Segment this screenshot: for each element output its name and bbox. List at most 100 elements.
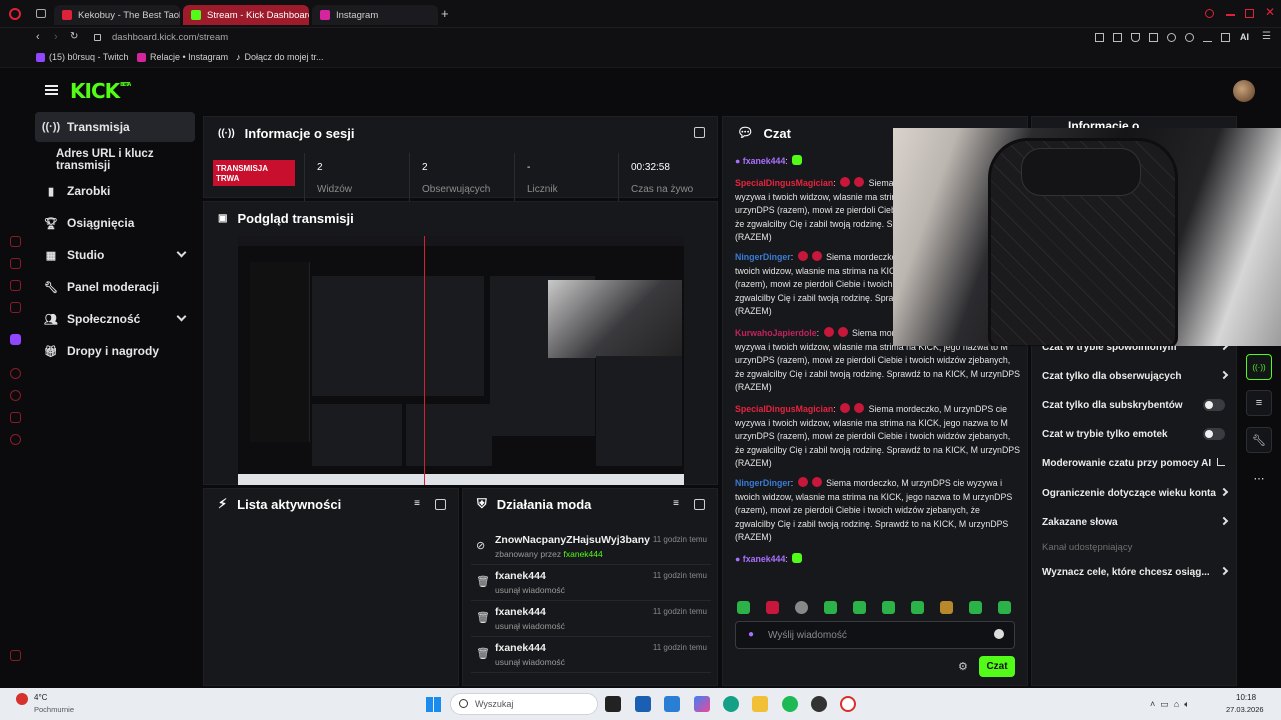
popout-icon[interactable]: [435, 499, 446, 510]
setting-followers-only[interactable]: Czat tylko dla obserwujących: [1042, 370, 1229, 382]
workspace-icon[interactable]: [36, 9, 46, 18]
chat-send-button[interactable]: Czat: [979, 656, 1015, 677]
chat-username[interactable]: fxanek444: [743, 156, 786, 166]
tab-kick-dashboard[interactable]: Stream - Kick Dashboard ✕: [183, 5, 309, 25]
hamburger-menu-icon[interactable]: [45, 85, 58, 95]
setting-ai-moderation[interactable]: Moderowanie czatu przy pomocy AI: [1042, 458, 1227, 469]
app-icon[interactable]: [811, 696, 827, 712]
sidebar-pin-icon[interactable]: [10, 412, 21, 423]
subscribers-only-toggle[interactable]: [1203, 399, 1225, 411]
copilot-icon[interactable]: [694, 696, 710, 712]
nav-panel-moderacji[interactable]: 🔧︎ Panel moderacji: [35, 272, 195, 302]
emote-icon[interactable]: [969, 601, 982, 614]
play-icon[interactable]: [1149, 33, 1158, 42]
bookmark-twitch[interactable]: (15) b0rsuq - Twitch: [36, 52, 128, 62]
bookmark-tiktok[interactable]: ♪ Dołącz do mojej tr...: [236, 52, 324, 62]
emote-icon[interactable]: [795, 601, 808, 614]
mod-row-user[interactable]: fxanek444: [495, 570, 546, 582]
nav-transmisja[interactable]: ((·)) Transmisja: [35, 112, 195, 142]
list-icon[interactable]: ≡: [1246, 390, 1272, 416]
sidebar-more-icon[interactable]: [10, 650, 21, 661]
sidebar-whatsapp-icon[interactable]: [10, 258, 21, 269]
broadcast-icon[interactable]: ((·)): [1246, 354, 1272, 380]
chat-username[interactable]: fxanek444: [743, 554, 786, 564]
back-icon[interactable]: ‹: [36, 31, 40, 43]
new-tab-button[interactable]: +: [441, 6, 449, 21]
nav-adres-url[interactable]: Adres URL i klucz transmisji: [35, 145, 200, 175]
nav-studio[interactable]: ▦ Studio: [35, 240, 195, 270]
taskview-icon[interactable]: [605, 696, 621, 712]
popout-icon[interactable]: [694, 499, 705, 510]
emote-icon[interactable]: [911, 601, 924, 614]
chat-username[interactable]: KurwahoJapierdole: [735, 328, 817, 338]
opera-icon[interactable]: [840, 696, 856, 712]
weather-icon[interactable]: [16, 693, 28, 705]
chat-username[interactable]: NingerDinger: [735, 478, 791, 488]
chat-input[interactable]: ● Wyślij wiadomość: [735, 621, 1015, 649]
spotify-icon[interactable]: [782, 696, 798, 712]
mod-row-by[interactable]: fxanek444: [564, 549, 603, 559]
maximize-icon[interactable]: [1245, 9, 1254, 18]
edge-icon[interactable]: [664, 696, 680, 712]
search-tabs-icon[interactable]: [1205, 9, 1214, 18]
share-icon[interactable]: ⋯: [1246, 465, 1272, 491]
tab-kekobuy[interactable]: Kekobuy - The Best Taob: [54, 5, 180, 25]
popout-icon[interactable]: [694, 127, 705, 138]
emote-icon[interactable]: [882, 601, 895, 614]
heart-icon[interactable]: [1167, 33, 1176, 42]
bookmark-instagram[interactable]: Relacje • Instagram: [137, 52, 228, 62]
clock-date[interactable]: 27.03.2026: [1226, 705, 1264, 714]
clock-time[interactable]: 10:18: [1236, 693, 1256, 702]
stream-video[interactable]: [238, 236, 684, 485]
opera-logo-icon[interactable]: [9, 8, 21, 20]
mod-row-user[interactable]: fxanek444: [495, 606, 546, 618]
emote-icon[interactable]: [853, 601, 866, 614]
sidebar-history-icon[interactable]: [10, 368, 21, 379]
extensions-icon[interactable]: [1221, 33, 1230, 42]
file-explorer-icon[interactable]: [752, 696, 768, 712]
menu-icon[interactable]: ☰: [1262, 31, 1271, 42]
nav-osiagniecia[interactable]: 🏆︎ Osiągnięcia: [35, 208, 195, 238]
tray-icons[interactable]: ˄ ▭ ⌂ 🔈︎: [1150, 699, 1190, 710]
emote-icon[interactable]: [998, 601, 1011, 614]
chat-settings-icon[interactable]: ⚙: [958, 660, 968, 673]
setting-banned-words[interactable]: Zakazane słowa: [1042, 516, 1229, 528]
wrench-icon[interactable]: 🔧︎: [1246, 427, 1272, 453]
widgets-icon[interactable]: [635, 696, 651, 712]
sidebar-twitch-icon[interactable]: [10, 334, 21, 345]
emote-icon[interactable]: [737, 601, 750, 614]
sidebar-clock-icon[interactable]: [10, 390, 21, 401]
emoji-icon[interactable]: [994, 629, 1004, 639]
sidebar-messenger-icon[interactable]: [10, 236, 21, 247]
emote-icon[interactable]: [824, 601, 837, 614]
nav-dropy[interactable]: 🎁︎ Dropy i nagrody: [35, 336, 195, 366]
setting-goals[interactable]: Wyznacz cele, które chcesz osiąg...: [1042, 566, 1229, 578]
aria-ai-button[interactable]: AI: [1240, 32, 1249, 42]
taskbar-search[interactable]: Wyszukaj: [450, 693, 598, 715]
bookmark-icon[interactable]: [1095, 33, 1104, 42]
shield-icon[interactable]: [1131, 33, 1140, 42]
mod-row-user[interactable]: ZnowNacpanyZHajsuWyj3bany: [495, 534, 650, 546]
avatar[interactable]: [1233, 80, 1255, 102]
filter-icon[interactable]: ≡: [673, 498, 679, 509]
start-icon[interactable]: [426, 697, 441, 712]
mod-row-user[interactable]: fxanek444: [495, 642, 546, 654]
sidebar-settings-icon[interactable]: [10, 434, 21, 445]
emote-only-toggle[interactable]: [1203, 428, 1225, 440]
reload-icon[interactable]: ↻: [70, 31, 78, 42]
chat-username[interactable]: NingerDinger: [735, 252, 791, 262]
emote-icon[interactable]: [766, 601, 779, 614]
close-window-icon[interactable]: ✕: [1265, 5, 1275, 19]
nav-zarobki[interactable]: ▮ Zarobki: [35, 176, 195, 206]
url-text[interactable]: dashboard.kick.com/stream: [112, 32, 228, 43]
snapshot-icon[interactable]: [1113, 33, 1122, 42]
chat-username[interactable]: SpecialDingusMagician: [735, 404, 833, 414]
setting-account-age[interactable]: Ograniczenie dotyczące wieku konta: [1042, 487, 1229, 499]
edge-browser-icon[interactable]: [723, 696, 739, 712]
forward-icon[interactable]: ›: [54, 31, 58, 43]
nav-spolecznosc[interactable]: 👥︎ Społeczność: [35, 304, 195, 334]
download-icon[interactable]: [1203, 33, 1212, 42]
filter-icon[interactable]: ≡: [414, 498, 420, 509]
chat-username[interactable]: SpecialDingusMagician: [735, 178, 833, 188]
sidebar-instagram-icon[interactable]: [10, 280, 21, 291]
